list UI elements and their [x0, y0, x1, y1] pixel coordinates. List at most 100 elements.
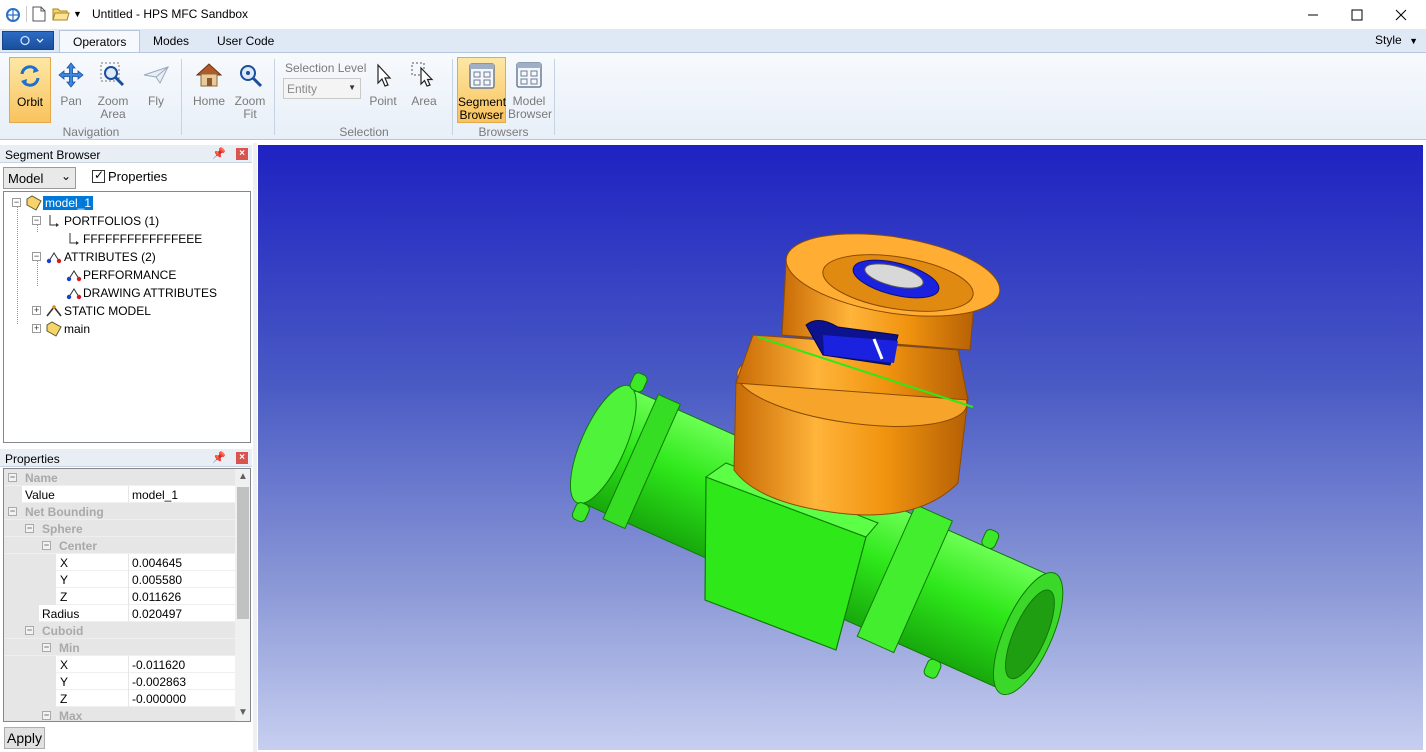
attributes-icon — [66, 288, 82, 300]
property-value[interactable]: 0.020497 — [132, 607, 182, 621]
minimize-icon — [1308, 14, 1318, 15]
collapse-icon[interactable]: − — [12, 198, 21, 207]
fly-button[interactable]: Fly — [137, 57, 175, 123]
fly-icon — [143, 66, 169, 84]
tree-node-static-model[interactable]: + STATIC MODEL — [32, 303, 232, 319]
zoom-fit-button[interactable]: Zoom Fit — [231, 57, 269, 123]
tree-node-portfolio-key[interactable]: FFFFFFFFFFFFFEEE — [52, 231, 242, 247]
open-folder-icon[interactable] — [52, 6, 70, 24]
dropdown-arrow-icon[interactable]: ▼ — [73, 9, 82, 27]
tree-node-drawing-attributes[interactable]: DRAWING ATTRIBUTES — [52, 285, 242, 301]
property-category-min[interactable]: − Min — [4, 639, 235, 656]
property-value[interactable]: 0.011626 — [132, 590, 181, 604]
property-row-min-y[interactable]: Y -0.002863 — [4, 673, 235, 690]
area-label: Area — [411, 94, 437, 108]
tree-node-model-1[interactable]: − model_1 — [12, 195, 132, 211]
collapse-icon[interactable]: − — [32, 216, 41, 225]
property-value[interactable]: -0.000000 — [132, 692, 186, 706]
area-select-button[interactable]: Area — [405, 57, 443, 123]
tab-user-code[interactable]: User Code — [204, 30, 287, 52]
collapse-icon[interactable]: − — [25, 524, 34, 533]
property-category-net-bounding[interactable]: − Net Bounding — [4, 503, 235, 520]
property-grid-scrollbar[interactable]: ▲ ▼ — [235, 469, 250, 721]
tab-operators[interactable]: Operators — [59, 30, 141, 52]
zoom-area-button[interactable]: Zoom Area — [92, 57, 134, 123]
property-category-cuboid[interactable]: − Cuboid — [4, 622, 235, 639]
scroll-down-icon[interactable]: ▼ — [235, 705, 250, 721]
property-row-min-z[interactable]: Z -0.000000 — [4, 690, 235, 707]
tree-node-attributes[interactable]: − ATTRIBUTES (2) — [32, 249, 232, 265]
apply-button[interactable]: Apply — [4, 727, 45, 749]
browser-mode-combo[interactable]: Model ⌄ — [3, 167, 76, 189]
style-menu[interactable]: Style ▼ — [1375, 33, 1418, 47]
folder-icon — [46, 321, 62, 337]
scroll-up-icon[interactable]: ▲ — [235, 469, 250, 485]
row-gutter — [4, 486, 22, 503]
collapse-icon[interactable]: − — [32, 252, 41, 261]
collapse-icon[interactable]: − — [42, 643, 51, 652]
pan-button[interactable]: Pan — [54, 57, 88, 123]
close-icon[interactable]: × — [236, 148, 248, 160]
static-model-icon — [46, 305, 62, 317]
point-label: Point — [369, 94, 397, 108]
property-row-value[interactable]: Value model_1 — [4, 486, 235, 503]
properties-checkbox[interactable]: Properties — [92, 168, 167, 184]
tree-node-performance[interactable]: PERFORMANCE — [52, 267, 242, 283]
minimize-button[interactable] — [1290, 0, 1336, 29]
new-file-icon[interactable] — [32, 6, 46, 24]
collapse-icon[interactable]: − — [42, 711, 51, 720]
model-browser-button[interactable]: Model Browser — [508, 57, 552, 123]
segment-tree[interactable]: − model_1 − PORTFOLIOS (1) FFFFFFFFFFFFF… — [3, 191, 251, 443]
segment-browser-button[interactable]: Segment Browser — [457, 57, 506, 123]
property-row-center-x[interactable]: X 0.004645 — [4, 554, 235, 571]
maximize-button[interactable] — [1334, 0, 1380, 29]
property-row-center-z[interactable]: Z 0.011626 — [4, 588, 235, 605]
close-icon[interactable]: × — [236, 452, 248, 464]
property-value[interactable]: model_1 — [132, 488, 178, 502]
ribbon-separator — [554, 59, 555, 135]
close-icon — [1395, 9, 1407, 20]
pin-icon[interactable]: 📌 — [212, 147, 226, 160]
home-button[interactable]: Home — [189, 57, 229, 123]
property-category-center[interactable]: − Center — [4, 537, 235, 554]
property-value[interactable]: 0.004645 — [132, 556, 182, 570]
property-value[interactable]: -0.011620 — [132, 658, 185, 672]
collapse-icon[interactable]: − — [8, 507, 17, 516]
property-row-center-y[interactable]: Y 0.005580 — [4, 571, 235, 588]
browsers-group-label: Browsers — [478, 125, 529, 139]
selection-level-combo[interactable]: Entity ▼ — [283, 78, 361, 99]
close-button[interactable] — [1378, 0, 1424, 29]
point-select-button[interactable]: Point — [365, 57, 401, 123]
expand-icon[interactable]: + — [32, 324, 41, 333]
zoom-fit-label: Zoom Fit — [234, 94, 266, 121]
tree-node-main[interactable]: + main — [32, 321, 232, 337]
row-gutter — [4, 605, 39, 622]
property-value[interactable]: -0.002863 — [132, 675, 186, 689]
property-row-radius[interactable]: Radius 0.020497 — [4, 605, 235, 622]
panel-splitter[interactable] — [253, 143, 257, 752]
property-category-max[interactable]: − Max — [4, 707, 235, 721]
tree-label: model_1 — [43, 196, 94, 210]
orbit-button[interactable]: Orbit — [9, 57, 51, 123]
collapse-icon[interactable]: − — [8, 473, 17, 482]
property-grid[interactable]: − Name Value model_1 − Net Bounding − Sp… — [3, 468, 251, 722]
navigation-group-label: Navigation — [62, 125, 120, 139]
properties-title: Properties — [5, 452, 60, 466]
scrollbar-thumb[interactable] — [237, 487, 249, 619]
expand-icon[interactable]: + — [32, 306, 41, 315]
tab-modes[interactable]: Modes — [140, 30, 202, 52]
orbit-icon — [20, 65, 40, 87]
tree-node-portfolios[interactable]: − PORTFOLIOS (1) — [32, 213, 232, 229]
collapse-icon[interactable]: − — [25, 626, 34, 635]
property-category-label: Center — [59, 539, 98, 553]
property-value[interactable]: 0.005580 — [132, 573, 182, 587]
3d-viewport[interactable] — [258, 145, 1423, 750]
property-category-sphere[interactable]: − Sphere — [4, 520, 235, 537]
app-icon[interactable] — [4, 6, 22, 24]
pin-icon[interactable]: 📌 — [212, 451, 226, 464]
application-menu-button[interactable] — [2, 31, 54, 50]
collapse-icon[interactable]: − — [42, 541, 51, 550]
property-row-min-x[interactable]: X -0.011620 — [4, 656, 235, 673]
property-category-name[interactable]: − Name — [4, 469, 235, 486]
style-menu-label: Style — [1375, 33, 1402, 47]
